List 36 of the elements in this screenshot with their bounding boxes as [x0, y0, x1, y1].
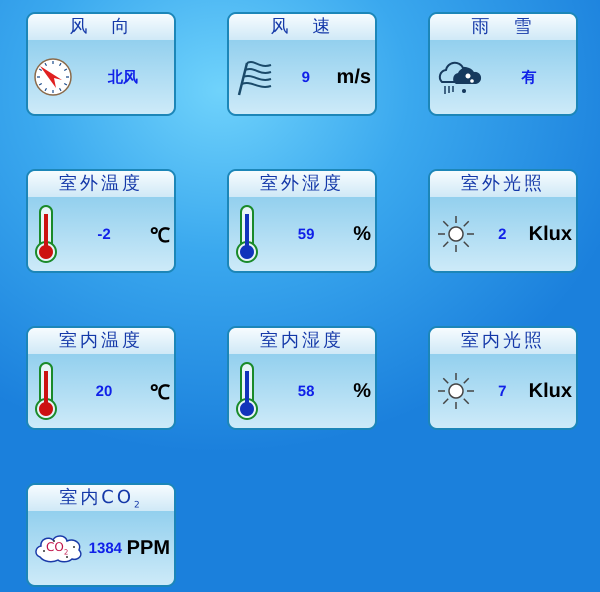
thermometer-icon [34, 204, 58, 264]
reading-value: 1384 [88, 540, 123, 556]
reading-value: 20 [94, 382, 114, 400]
card-title: 风 向 [28, 14, 174, 40]
thermometer-icon [235, 204, 259, 264]
card-title: 室内CO$_{2}$ [28, 485, 174, 511]
reading-value: 2 [497, 226, 508, 242]
co2-label: CO$_{2}$ [46, 540, 68, 558]
thermometer-icon [34, 361, 58, 421]
reading-value: -2 [96, 226, 112, 242]
unit-label: ℃ [150, 224, 170, 248]
card-title: 室内湿度 [229, 328, 375, 354]
unit-label: ℃ [150, 380, 170, 404]
card-title: 室外温度 [28, 171, 174, 197]
card-title: 室外光照 [430, 171, 576, 197]
sun-icon [436, 371, 476, 411]
reading-value: 有 [520, 68, 538, 86]
unit-label: Klux [528, 222, 572, 246]
unit-label: PPM [126, 536, 170, 560]
reading-value: 7 [497, 382, 508, 400]
card-title: 雨 雪 [430, 14, 576, 40]
sun-icon [436, 214, 476, 254]
card-title: 室内光照 [430, 328, 576, 354]
unit-label: % [353, 380, 371, 402]
thermometer-icon [235, 361, 259, 421]
card-title: 风 速 [229, 14, 375, 40]
compass-icon [34, 58, 72, 96]
unit-label: m/s [336, 66, 371, 88]
reading-value: 9 [300, 68, 311, 86]
card-title: 室内温度 [28, 328, 174, 354]
reading-value: 59 [296, 226, 316, 242]
reading-value: 58 [296, 382, 316, 400]
unit-label: % [353, 222, 371, 246]
unit-label: Klux [528, 380, 572, 402]
card-title: 室外湿度 [229, 171, 375, 197]
reading-value: 北风 [106, 68, 139, 86]
